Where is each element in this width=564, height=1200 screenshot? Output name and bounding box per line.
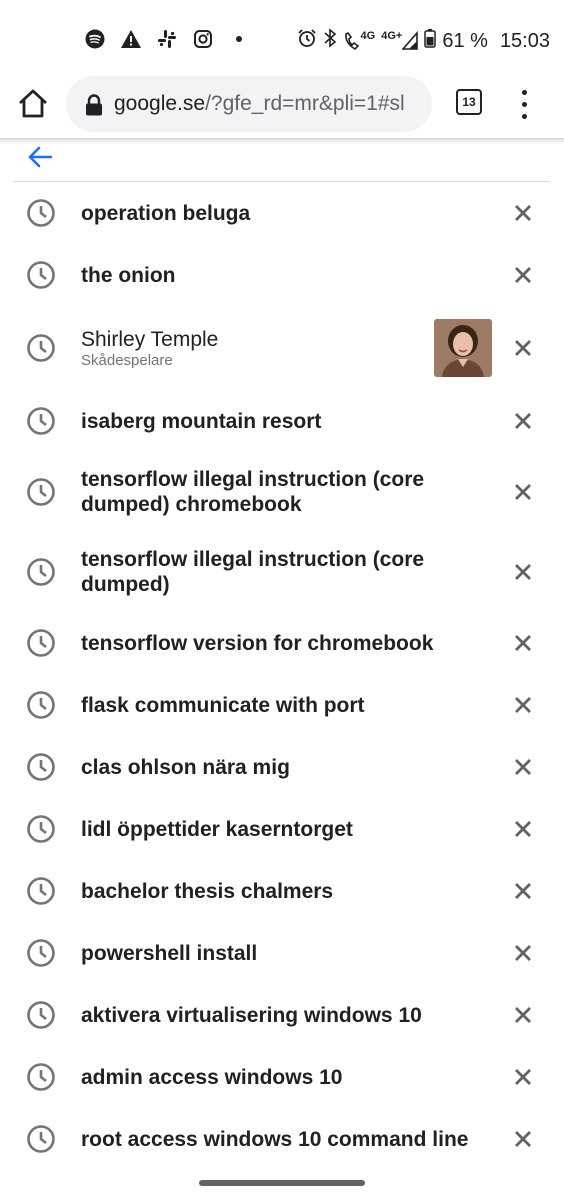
- browser-toolbar: google.se/?gfe_rd=mr&pli=1#sl 13: [0, 72, 564, 138]
- history-query: powershell install: [81, 941, 258, 965]
- instagram-icon: [192, 28, 214, 50]
- history-clock-icon: [27, 334, 55, 362]
- history-clock-icon: [27, 1001, 55, 1029]
- history-clock-icon: [27, 558, 55, 586]
- notification-icons: [84, 28, 250, 50]
- signal-icon: [402, 31, 419, 50]
- remove-icon[interactable]: [513, 1129, 533, 1149]
- bluetooth-icon: [323, 28, 337, 54]
- history-clock-icon: [27, 261, 55, 289]
- history-query: operation beluga: [81, 201, 251, 225]
- menu-dot: [521, 89, 527, 95]
- tab-switcher-button[interactable]: 13: [456, 89, 482, 115]
- network-4g-plus-label: 4G+: [381, 30, 403, 42]
- mobile-signal: 4G+: [381, 30, 419, 51]
- alarm-icon: [297, 28, 317, 54]
- back-arrow-icon[interactable]: [26, 143, 54, 171]
- history-clock-icon: [27, 1063, 55, 1091]
- overflow-menu-button[interactable]: [512, 86, 536, 122]
- slack-icon: [156, 28, 178, 50]
- history-item[interactable]: lidl öppettider kaserntorget: [0, 798, 564, 860]
- system-indicators: 4G 4G+ 61 % 15:03: [297, 28, 550, 54]
- history-clock-icon: [27, 753, 55, 781]
- battery-icon: [424, 28, 437, 54]
- remove-icon[interactable]: [513, 695, 533, 715]
- url-host: google.se: [114, 92, 206, 115]
- clock-time: 15:03: [499, 29, 550, 52]
- home-icon: [19, 89, 47, 118]
- history-item-entity[interactable]: Shirley Temple Skådespelare: [0, 306, 564, 390]
- history-item[interactable]: powershell install: [0, 922, 564, 984]
- menu-dot: [521, 113, 527, 119]
- remove-icon[interactable]: [513, 1067, 533, 1087]
- url-path: /?gfe_rd=mr&pli=1#sl: [205, 92, 405, 115]
- history-item[interactable]: root access windows 10 command line: [0, 1108, 564, 1170]
- history-clock-icon: [27, 629, 55, 657]
- history-query: tensorflow illegal instruction (core dum…: [81, 468, 425, 516]
- remove-icon[interactable]: [513, 819, 533, 839]
- history-query: Shirley Temple: [81, 327, 219, 351]
- history-item[interactable]: admin access windows 10: [0, 1046, 564, 1108]
- remove-icon[interactable]: [513, 562, 533, 582]
- remove-icon[interactable]: [513, 482, 533, 502]
- history-query: aktivera virtualisering windows 10: [81, 1003, 422, 1027]
- history-clock-icon: [27, 815, 55, 843]
- menu-dot: [521, 101, 527, 107]
- remove-icon[interactable]: [513, 633, 533, 653]
- history-query: flask communicate with port: [81, 693, 365, 717]
- address-bar[interactable]: google.se/?gfe_rd=mr&pli=1#sl: [66, 76, 432, 132]
- history-query: tensorflow illegal instruction (core dum…: [81, 548, 425, 596]
- spotify-icon: [84, 28, 106, 50]
- entity-thumbnail: [434, 319, 492, 377]
- history-clock-icon: [27, 1125, 55, 1153]
- status-bar: 4G 4G+ 61 % 15:03: [0, 0, 564, 80]
- battery-percent: 61 %: [442, 29, 488, 52]
- gesture-nav-bar[interactable]: [199, 1180, 365, 1186]
- history-item[interactable]: the onion: [0, 244, 564, 306]
- history-query: root access windows 10 command line: [81, 1127, 469, 1151]
- history-clock-icon: [27, 877, 55, 905]
- history-item[interactable]: operation beluga: [0, 182, 564, 244]
- history-query: clas ohlson nära mig: [81, 755, 290, 779]
- history-query: bachelor thesis chalmers: [81, 879, 334, 903]
- remove-icon[interactable]: [513, 265, 533, 285]
- history-query: the onion: [81, 263, 176, 287]
- history-clock-icon: [27, 691, 55, 719]
- dot-icon: [228, 28, 250, 50]
- remove-icon[interactable]: [513, 943, 533, 963]
- history-item[interactable]: aktivera virtualisering windows 10: [0, 984, 564, 1046]
- search-history-list: operation beluga the onion Shirley Templ…: [0, 182, 564, 1170]
- back-row: [14, 140, 550, 182]
- history-clock-icon: [27, 939, 55, 967]
- history-query: lidl öppettider kaserntorget: [81, 817, 353, 841]
- remove-icon[interactable]: [513, 757, 533, 777]
- lock-icon: [84, 94, 104, 116]
- history-item[interactable]: tensorflow illegal instruction (core dum…: [0, 452, 564, 532]
- history-query: tensorflow version for chromebook: [81, 631, 434, 655]
- history-clock-icon: [27, 199, 55, 227]
- history-item[interactable]: flask communicate with port: [0, 674, 564, 736]
- history-item[interactable]: tensorflow illegal instruction (core dum…: [0, 532, 564, 612]
- history-query: isaberg mountain resort: [81, 409, 322, 433]
- remove-icon[interactable]: [513, 411, 533, 431]
- remove-icon[interactable]: [513, 203, 533, 223]
- history-item[interactable]: tensorflow version for chromebook: [0, 612, 564, 674]
- history-query: admin access windows 10: [81, 1065, 343, 1089]
- home-button[interactable]: [16, 87, 50, 121]
- history-item[interactable]: clas ohlson nära mig: [0, 736, 564, 798]
- url-text[interactable]: google.se/?gfe_rd=mr&pli=1#sl: [114, 92, 405, 116]
- network-4g-label: 4G: [360, 30, 376, 42]
- wifi-calling-icon: 4G: [343, 30, 376, 51]
- history-clock-icon: [27, 407, 55, 435]
- remove-icon[interactable]: [513, 1005, 533, 1025]
- history-clock-icon: [27, 478, 55, 506]
- history-item[interactable]: bachelor thesis chalmers: [0, 860, 564, 922]
- history-item[interactable]: isaberg mountain resort: [0, 390, 564, 452]
- remove-icon[interactable]: [513, 881, 533, 901]
- entity-subtitle: Skådespelare: [81, 351, 173, 369]
- remove-icon[interactable]: [513, 338, 533, 358]
- warning-icon: [120, 28, 142, 50]
